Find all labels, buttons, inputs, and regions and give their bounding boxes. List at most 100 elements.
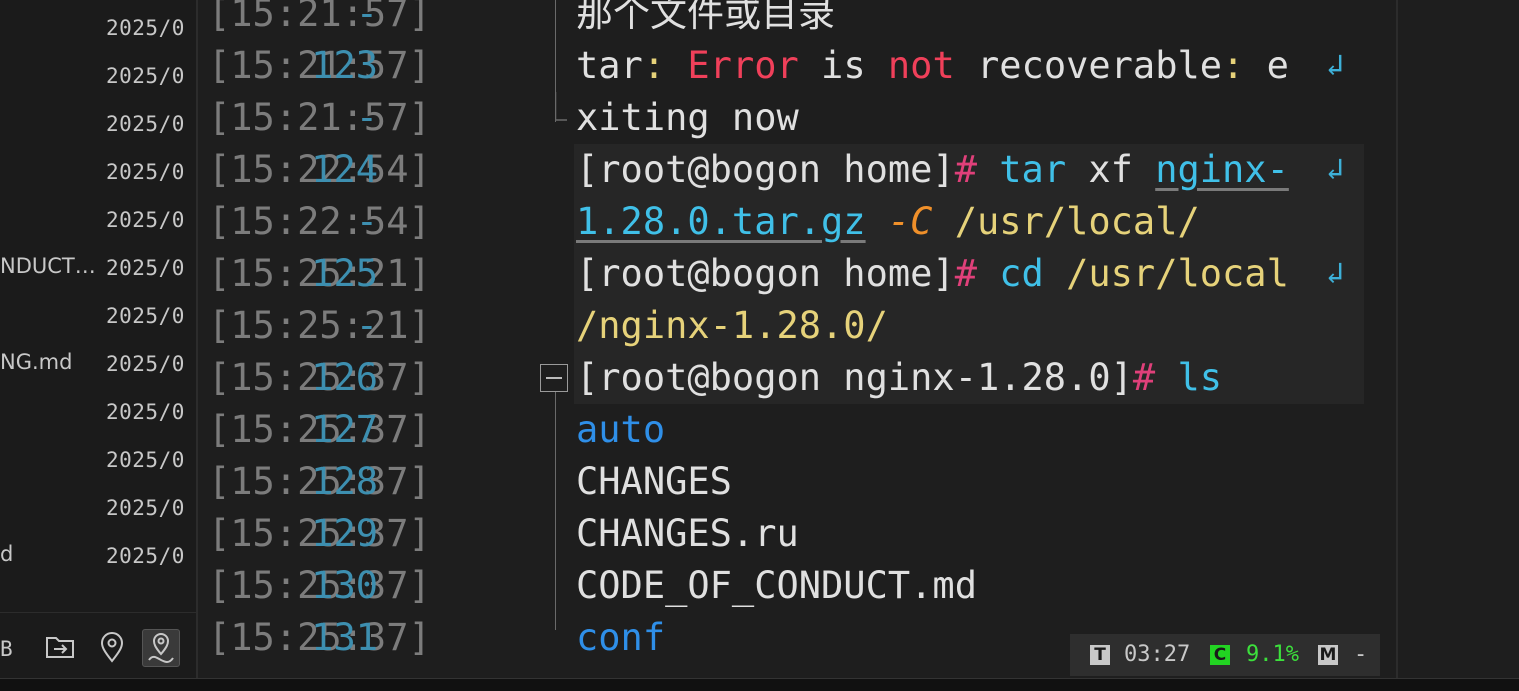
line-text[interactable]: [root@bogon home]# cd /usr/local xyxy=(576,248,1289,300)
status-mem: - xyxy=(1354,642,1368,667)
text-segment: conf xyxy=(576,616,666,659)
file-list-item[interactable]: 2025/0 xyxy=(0,292,196,340)
text-segment: # xyxy=(954,252,1000,295)
text-segment: : xyxy=(1222,44,1267,87)
gutter-line xyxy=(555,0,556,92)
text-segment: xf xyxy=(1066,148,1156,191)
text-segment: 1.28.0.tar.gz xyxy=(576,200,866,243)
status-bar: T 03:27 C 9.1% M - xyxy=(1070,634,1380,676)
line-text[interactable]: /nginx-1.28.0/ xyxy=(576,300,888,352)
folder-arrow-icon[interactable] xyxy=(42,629,78,665)
line-number: - xyxy=(355,96,378,139)
text-segment: [root@bogon home] xyxy=(576,252,955,295)
line-number: 123 xyxy=(311,44,378,87)
line-text[interactable]: 1.28.0.tar.gz -C /usr/local/ xyxy=(576,196,1200,248)
terminal-view[interactable]: [15:21:57] - 那个文件或目录 [15:21:57] 123 tar: Erro… xyxy=(198,0,1398,678)
line-text[interactable]: CODE_OF_CONDUCT.md xyxy=(576,560,977,612)
wrap-indicator-icon: ↲ xyxy=(1326,48,1345,83)
size-suffix: B xyxy=(0,637,13,661)
status-cpu: 9.1% xyxy=(1246,642,1299,667)
file-date: 2025/0 xyxy=(106,16,185,40)
text-segment: tar xyxy=(576,44,643,87)
line-number: 128 xyxy=(311,460,378,503)
line-number: 131 xyxy=(311,616,378,659)
terminal-line: [15:25:37] 126 [root@bogon nginx-1.28.0]# … xyxy=(198,352,1398,404)
line-number: 125 xyxy=(311,252,378,295)
line-text[interactable]: CHANGES xyxy=(576,456,732,508)
file-name: d xyxy=(0,542,14,566)
file-name: NG.md xyxy=(0,350,73,374)
line-text[interactable]: tar: Error is not recoverable: e xyxy=(576,40,1289,92)
line-text[interactable]: conf xyxy=(576,612,665,664)
file-list-item[interactable]: 2025/0 xyxy=(0,100,196,148)
fold-toggle[interactable] xyxy=(540,364,568,392)
terminal-line: [15:25:37] 127 auto xyxy=(198,404,1398,456)
file-date: 2025/0 xyxy=(106,112,185,136)
text-segment: # xyxy=(954,148,1000,191)
line-number: - xyxy=(355,304,378,347)
terminal-line: [15:25:21] - /nginx-1.28.0/ xyxy=(198,300,1398,352)
line-number: 124 xyxy=(311,148,378,191)
file-list-item[interactable]: 2025/0 xyxy=(0,148,196,196)
file-list-item[interactable]: 2025/0 xyxy=(0,484,196,532)
text-segment: nginx- xyxy=(1155,148,1289,191)
file-date: 2025/0 xyxy=(106,496,185,520)
terminal-border xyxy=(1396,0,1398,678)
bottom-border xyxy=(0,678,1519,691)
line-number: 126 xyxy=(311,356,378,399)
file-list-item[interactable]: 2025/0 xyxy=(0,388,196,436)
line-timestamp: [15:21:57] xyxy=(208,96,431,139)
status-time: 03:27 xyxy=(1124,642,1191,667)
line-text[interactable]: [root@bogon home]# tar xf nginx- xyxy=(576,144,1289,196)
file-panel: 2025/0 2025/0 2025/0 2025/0 2025/0 NDUCT… 2025… xyxy=(0,0,196,678)
line-text[interactable]: auto xyxy=(576,404,665,456)
file-list-item[interactable]: NG.md 2025/0 xyxy=(0,340,196,388)
text-segment: recoverable xyxy=(954,44,1223,87)
text-segment: ls xyxy=(1177,356,1223,399)
file-list-item[interactable]: d 2025/0 xyxy=(0,532,196,580)
text-segment: e xyxy=(1266,44,1289,87)
text-segment: CHANGES.ru xyxy=(576,512,799,555)
file-date: 2025/0 xyxy=(106,160,185,184)
file-date: 2025/0 xyxy=(106,544,185,568)
file-list-item[interactable]: 2025/0 xyxy=(0,4,196,52)
route-pin-icon[interactable] xyxy=(142,629,180,667)
text-segment: [root@bogon home] xyxy=(576,148,955,191)
line-timestamp: [15:22:54] xyxy=(208,200,431,243)
terminal-line: [15:21:57] - xiting now xyxy=(198,92,1398,144)
text-segment xyxy=(866,200,888,243)
line-text[interactable]: [root@bogon nginx-1.28.0]# ls xyxy=(576,352,1222,404)
terminal-line: [15:21:57] - 那个文件或目录 xyxy=(198,0,1398,40)
wrap-indicator-icon: ↲ xyxy=(1326,256,1345,291)
m-badge: M xyxy=(1318,645,1338,665)
line-number: 130 xyxy=(311,564,378,607)
text-segment: tar xyxy=(999,148,1067,191)
file-date: 2025/0 xyxy=(106,64,185,88)
file-date: 2025/0 xyxy=(106,448,185,472)
text-segment: # xyxy=(1132,356,1178,399)
line-text[interactable]: CHANGES.ru xyxy=(576,508,799,560)
text-segment: /usr/local/ xyxy=(932,200,1200,243)
text-segment: xiting now xyxy=(576,96,799,139)
text-segment: auto xyxy=(576,408,666,451)
text-segment: CHANGES xyxy=(576,460,732,503)
file-date: 2025/0 xyxy=(106,400,185,424)
terminal-line: [15:22:54] 124 [root@bogon home]# tar xf n… xyxy=(198,144,1398,196)
line-text[interactable]: xiting now xyxy=(576,92,799,144)
line-number: - xyxy=(355,200,378,243)
line-number: - xyxy=(355,0,378,35)
location-pin-icon[interactable] xyxy=(94,629,130,665)
line-number: 129 xyxy=(311,512,378,555)
file-list-item[interactable]: 2025/0 xyxy=(0,436,196,484)
file-list-item[interactable]: NDUCT… 2025/0 xyxy=(0,244,196,292)
text-segment: : xyxy=(642,44,688,87)
line-timestamp: [15:25:21] xyxy=(208,304,431,347)
file-list-item[interactable]: 2025/0 xyxy=(0,52,196,100)
line-text[interactable]: 那个文件或目录 xyxy=(576,0,835,40)
text-segment: 那个文件或目录 xyxy=(576,0,835,35)
text-segment: [root@bogon nginx-1.28.0] xyxy=(576,356,1133,399)
terminal-line: [15:22:54] - 1.28.0.tar.gz -C /usr/local/ xyxy=(198,196,1398,248)
wrap-indicator-icon: ↲ xyxy=(1326,152,1345,187)
file-list-item[interactable]: 2025/0 xyxy=(0,196,196,244)
text-segment: cd xyxy=(999,252,1044,295)
